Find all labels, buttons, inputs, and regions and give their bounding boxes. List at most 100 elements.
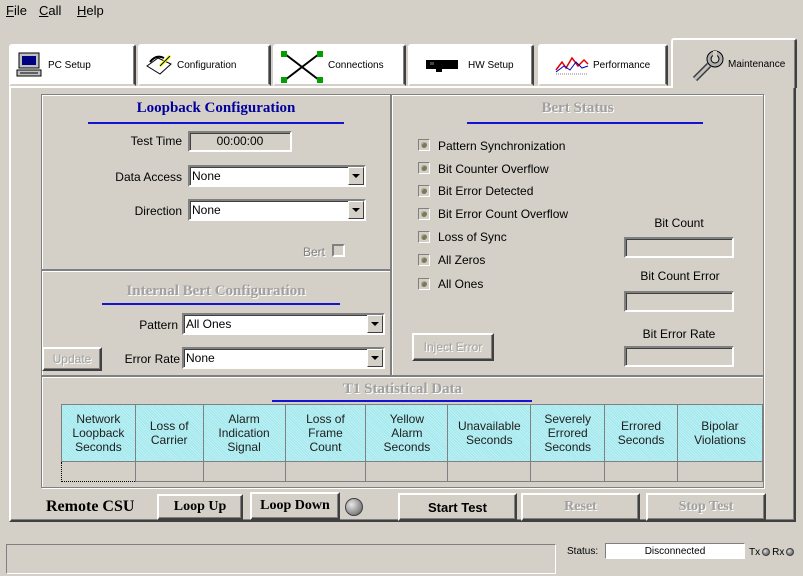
- menu-file-rest: ile: [13, 3, 27, 18]
- col-loss-of-frame-count: Loss of Frame Count: [284, 404, 367, 462]
- tab-pc-setup[interactable]: PC Setup: [9, 44, 136, 86]
- bert-checkbox[interactable]: [332, 244, 345, 257]
- internal-bert-underline: [102, 303, 340, 305]
- error-rate-value: None: [186, 351, 215, 365]
- bert-label: Bert: [302, 245, 325, 259]
- table-row: [61, 461, 764, 482]
- col-loss-of-carrier: Loss of Carrier: [134, 404, 204, 462]
- table-header-row: Network Loopback Seconds Loss of Carrier Al…: [61, 404, 764, 462]
- table-cell[interactable]: [134, 461, 204, 482]
- table-cell[interactable]: [61, 461, 136, 482]
- bit-count-error-field: [624, 291, 734, 312]
- t1-stats-title: T1 Statistical Data: [342, 381, 463, 397]
- status-led: [418, 231, 430, 243]
- col-bipolar-violations: Bipolar Violations: [676, 404, 764, 462]
- menu-file-accel: F: [6, 3, 14, 18]
- bit-count-field: [624, 237, 734, 258]
- wrench-icon: [691, 49, 725, 82]
- computer-icon: [15, 50, 45, 80]
- menu-file[interactable]: File: [6, 3, 27, 18]
- col-unavailable-seconds: Unavailable Seconds: [447, 404, 532, 462]
- bit-count-error-label: Bit Count Error: [640, 269, 720, 283]
- reset-button[interactable]: Reset: [521, 493, 640, 521]
- tx-led-icon: [762, 548, 771, 557]
- update-button[interactable]: Update: [42, 347, 102, 371]
- table-cell[interactable]: [202, 461, 286, 482]
- table-cell[interactable]: [530, 461, 606, 482]
- bert-item-bit-error-detected: Bit Error Detected: [438, 184, 534, 198]
- tab-label: Configuration: [177, 59, 237, 71]
- bert-item-bit-error-count-overflow: Bit Error Count Overflow: [438, 207, 569, 221]
- table-cell[interactable]: [676, 461, 764, 482]
- bert-item-all-zeros: All Zeros: [438, 253, 486, 267]
- rx-led-icon: [786, 548, 795, 557]
- connections-icon: [279, 50, 325, 83]
- bert-status-underline: [467, 122, 703, 124]
- error-rate-combo[interactable]: None: [182, 347, 385, 369]
- menu-help[interactable]: Help: [77, 3, 104, 18]
- bert-status-title: Bert Status: [541, 100, 614, 116]
- col-network-loopback-seconds: Network Loopback Seconds: [61, 404, 136, 462]
- bit-error-rate-field: [624, 346, 734, 367]
- status-message-area: [6, 544, 556, 574]
- rx-label: Rx: [772, 547, 785, 558]
- bert-item-pattern-sync: Pattern Synchronization: [438, 139, 566, 153]
- bit-error-rate-label: Bit Error Rate: [642, 327, 716, 341]
- inject-error-button[interactable]: Inject Error: [412, 333, 494, 361]
- tab-hw-setup[interactable]: HW Setup: [408, 44, 534, 86]
- connection-status: Disconnected: [605, 543, 745, 559]
- data-access-combo[interactable]: None: [188, 165, 366, 187]
- table-cell[interactable]: [365, 461, 449, 482]
- performance-icon: [554, 50, 590, 80]
- direction-combo[interactable]: None: [188, 199, 366, 221]
- loopback-title-underline: [88, 122, 344, 124]
- chevron-down-icon[interactable]: [367, 315, 383, 333]
- data-access-value: None: [192, 169, 221, 183]
- chevron-down-icon[interactable]: [348, 167, 364, 185]
- stop-test-button[interactable]: Stop Test: [646, 493, 766, 521]
- start-test-button[interactable]: Start Test: [398, 493, 517, 521]
- data-access-label: Data Access: [115, 170, 182, 184]
- direction-value: None: [192, 203, 221, 217]
- t1-stats-underline: [272, 400, 532, 402]
- chevron-down-icon[interactable]: [367, 349, 383, 367]
- bert-item-bit-counter-overflow: Bit Counter Overflow: [438, 162, 549, 176]
- t1-stats-table: Network Loopback Seconds Loss of Carrier Al…: [61, 404, 764, 482]
- remote-status-led: [345, 498, 363, 516]
- menu-call-accel: C: [39, 3, 49, 18]
- tab-label: PC Setup: [48, 59, 91, 71]
- tab-label: HW Setup: [468, 59, 514, 71]
- bit-count-label: Bit Count: [654, 216, 704, 230]
- error-rate-label: Error Rate: [124, 352, 180, 366]
- menu-help-accel: H: [77, 3, 87, 18]
- menu-help-rest: elp: [86, 3, 104, 18]
- tab-configuration[interactable]: Configuration: [138, 44, 271, 86]
- tab-label: Maintenance: [728, 58, 786, 70]
- menu-call[interactable]: Call: [39, 3, 61, 18]
- loop-up-button[interactable]: Loop Up: [157, 494, 243, 520]
- col-errored-seconds: Errored Seconds: [604, 404, 678, 462]
- pattern-label: Pattern: [139, 318, 178, 332]
- configuration-icon: [144, 50, 174, 80]
- status-led: [418, 162, 430, 174]
- table-cell[interactable]: [284, 461, 367, 482]
- tab-label: Connections: [328, 59, 384, 71]
- col-alarm-indication-signal: Alarm Indication Signal: [202, 404, 286, 462]
- loopback-title: Loopback Configuration: [136, 100, 296, 116]
- direction-label: Direction: [134, 204, 182, 218]
- status-led: [418, 185, 430, 197]
- tab-maintenance[interactable]: Maintenance: [671, 38, 797, 88]
- table-cell[interactable]: [447, 461, 532, 482]
- hardware-icon: [424, 50, 460, 80]
- chevron-down-icon[interactable]: [348, 201, 364, 219]
- bert-item-loss-of-sync: Loss of Sync: [438, 230, 507, 244]
- status-led: [418, 139, 430, 151]
- tab-performance[interactable]: Performance: [538, 44, 668, 86]
- pattern-combo[interactable]: All Ones: [182, 313, 385, 335]
- tab-connections[interactable]: Connections: [273, 44, 406, 86]
- loop-down-button[interactable]: Loop Down: [250, 492, 340, 520]
- test-time-label: Test Time: [130, 134, 182, 148]
- menu-bar: File Call Help: [0, 0, 803, 20]
- status-label: Status:: [567, 546, 599, 557]
- table-cell[interactable]: [604, 461, 678, 482]
